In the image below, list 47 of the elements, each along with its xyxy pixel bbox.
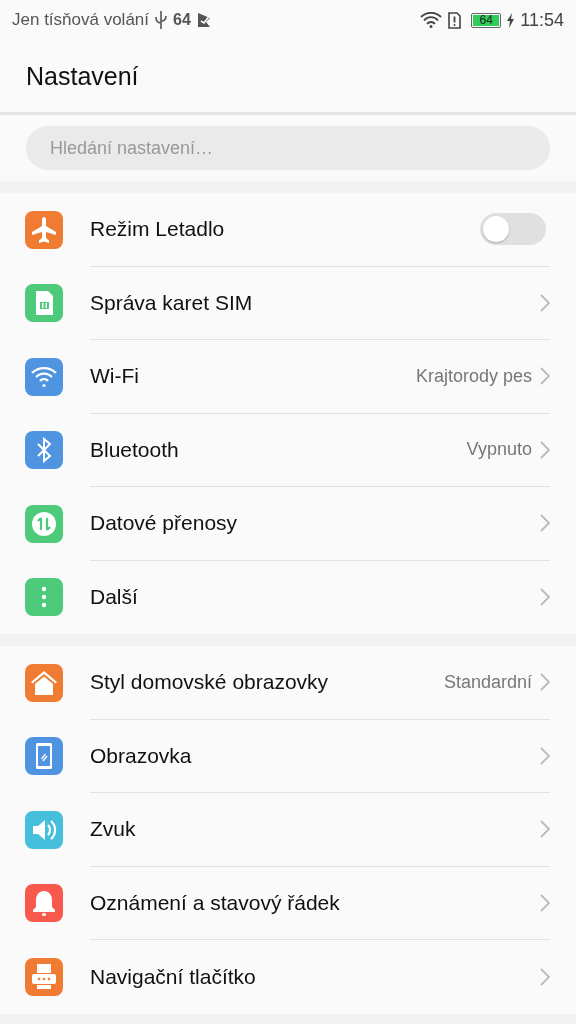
item-label: Zvuk	[90, 817, 137, 842]
chevron-icon	[540, 967, 550, 986]
item-value: Standardní	[443, 671, 532, 693]
item-label: Styl domovské obrazovky	[90, 670, 330, 695]
sim-alert-icon	[448, 11, 462, 29]
settings-item[interactable]: Navigační tlačítko	[0, 940, 576, 1014]
item-value: Krajtorody pes	[415, 365, 532, 387]
chevron-icon	[540, 293, 550, 312]
chevron-icon	[540, 440, 550, 459]
settings-item[interactable]: Obrazovka	[0, 719, 576, 793]
item-label: Obrazovka	[90, 743, 193, 768]
chevron-icon	[540, 820, 550, 839]
battery-icon: 64	[471, 12, 502, 28]
flag-icon	[196, 12, 211, 28]
chevron-icon	[540, 514, 550, 533]
usb-icon	[155, 11, 168, 29]
chevron-icon	[540, 746, 550, 765]
wifi-icon	[420, 12, 443, 28]
settings-item[interactable]: Další	[0, 560, 576, 634]
item-label: Oznámení a stavový řádek	[90, 890, 341, 915]
item-label: Wi-Fi	[90, 364, 140, 389]
item-label: Datové přenosy	[90, 511, 239, 536]
search-field[interactable]: Hledání nastavení…	[26, 126, 550, 170]
carrier-text: Jen tísňová volání	[12, 10, 150, 30]
item-label: Správa karet SIM	[90, 290, 254, 315]
settings-item[interactable]: Styl domovské obrazovky Standardní	[0, 646, 576, 720]
settings-item[interactable]: Wi-Fi Krajtorody pes	[0, 340, 576, 414]
page-title: Nastavení	[26, 61, 139, 91]
settings-item[interactable]: Režim Letadlo	[0, 193, 576, 267]
chevron-icon	[540, 367, 550, 386]
item-value: Vypnuto	[466, 439, 532, 461]
charging-icon	[507, 12, 515, 28]
settings-item[interactable]: Bluetooth Vypnuto	[0, 413, 576, 487]
chevron-icon	[540, 673, 550, 692]
settings-item[interactable]: Zvuk	[0, 793, 576, 867]
item-label: Další	[90, 585, 139, 610]
chevron-icon	[540, 893, 550, 912]
clock-text: 11:54	[520, 9, 564, 31]
settings-item[interactable]: Správa karet SIM	[0, 266, 576, 340]
settings-item[interactable]: Oznámení a stavový řádek	[0, 866, 576, 940]
toggle-switch[interactable]	[480, 213, 546, 246]
signal-text: 64	[173, 11, 191, 29]
chevron-icon	[540, 588, 550, 607]
item-label: Režim Letadlo	[90, 217, 226, 242]
item-label: Navigační tlačítko	[90, 964, 257, 989]
item-label: Bluetooth	[90, 437, 180, 462]
settings-item[interactable]: Datové přenosy	[0, 487, 576, 561]
